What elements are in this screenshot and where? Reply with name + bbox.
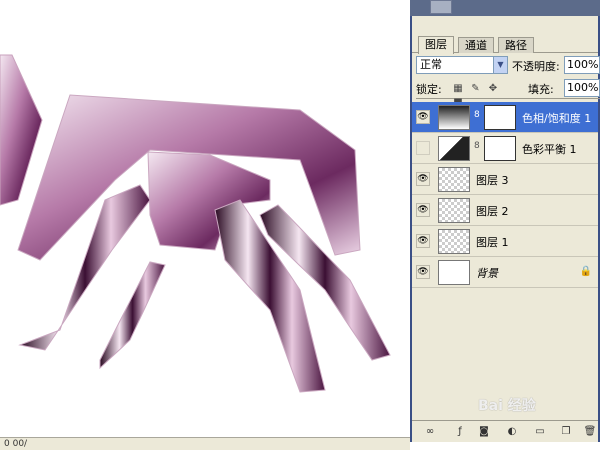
- layer-mask-thumbnail[interactable]: [484, 105, 516, 130]
- layer-thumbnail: [438, 260, 470, 285]
- eye-icon[interactable]: 👁: [416, 172, 430, 186]
- panel-tabs: 图层 通道 路径: [412, 35, 598, 54]
- opacity-field[interactable]: 100%: [564, 56, 600, 74]
- layer-name: 色相/饱和度 1: [522, 112, 592, 125]
- eye-icon[interactable]: 👁: [416, 203, 430, 217]
- status-bar: 0 00/: [0, 437, 410, 450]
- eye-icon[interactable]: 👁: [416, 110, 430, 124]
- layer-mask-thumbnail[interactable]: [484, 136, 516, 161]
- lock-paint-icon[interactable]: ✎: [470, 83, 482, 95]
- layer-name: 图层 3: [476, 174, 509, 187]
- lock-label: 锁定:: [416, 83, 442, 96]
- panel-footer: ∞ ƒ ◙ ◐ ▭ ❐ 🗑: [412, 420, 598, 442]
- watermark-logo: Bai 经验: [478, 398, 536, 414]
- add-mask-icon[interactable]: ◙: [476, 424, 492, 440]
- lock-transparency-icon[interactable]: ▦: [452, 83, 464, 95]
- layer-row-layer-2[interactable]: 👁 图层 2: [412, 195, 598, 226]
- layer-row-layer-3[interactable]: 👁 图层 3: [412, 164, 598, 195]
- layer-name: 色彩平衡 1: [522, 143, 577, 156]
- eye-icon[interactable]: 👁: [416, 265, 430, 279]
- blend-mode-value: 正常: [420, 58, 442, 71]
- lock-position-icon[interactable]: ✥: [487, 83, 499, 95]
- canvas-artwork: [0, 54, 391, 393]
- layer-name: 图层 2: [476, 205, 509, 218]
- new-group-icon[interactable]: ▭: [532, 424, 548, 440]
- layer-thumbnail: [438, 167, 470, 192]
- tab-paths[interactable]: 路径: [498, 37, 534, 53]
- blend-mode-select[interactable]: 正常 ▼: [416, 56, 508, 74]
- trash-icon[interactable]: 🗑: [582, 424, 598, 440]
- chevron-down-icon[interactable]: ▼: [493, 57, 507, 73]
- link-layers-icon[interactable]: ∞: [422, 424, 438, 440]
- fill-field[interactable]: 100%: [564, 79, 600, 97]
- adjustment-thumbnail: [438, 105, 470, 130]
- new-layer-icon[interactable]: ❐: [558, 424, 574, 440]
- panel-collapse-button[interactable]: [430, 0, 452, 14]
- tab-channels[interactable]: 通道: [458, 37, 494, 53]
- zoom-readout: 0 00/: [4, 439, 28, 449]
- layer-thumbnail: [438, 229, 470, 254]
- document-canvas[interactable]: [0, 0, 410, 450]
- opacity-label: 不透明度:: [512, 60, 560, 73]
- layers-panel: 图层 通道 路径 正常 ▼ 不透明度: 100% 锁定: ▦ ✎ ✥ ■ 填充:…: [410, 16, 600, 442]
- layers-list: 👁 8 色相/饱和度 1 8 色彩平衡 1 👁 图层 3 👁 图层 2 👁 图层…: [412, 102, 598, 288]
- tab-layers[interactable]: 图层: [418, 36, 454, 54]
- eye-icon[interactable]: 👁: [416, 234, 430, 248]
- layer-name: 图层 1: [476, 236, 509, 249]
- app-top-strip: [410, 0, 600, 16]
- link-icon: 8: [474, 110, 480, 120]
- layer-name: 背景: [476, 267, 498, 280]
- fx-icon[interactable]: ƒ: [452, 424, 468, 440]
- layer-row-background[interactable]: 👁 背景 🔒: [412, 257, 598, 288]
- fill-label: 填充:: [528, 83, 554, 96]
- layer-row-layer-1[interactable]: 👁 图层 1: [412, 226, 598, 257]
- layer-row-color-balance[interactable]: 8 色彩平衡 1: [412, 133, 598, 164]
- layer-row-hue-saturation[interactable]: 👁 8 色相/饱和度 1: [412, 102, 598, 133]
- link-icon: 8: [474, 141, 480, 151]
- lock-icon: 🔒: [579, 266, 592, 277]
- adjustment-thumbnail: [438, 136, 470, 161]
- layer-thumbnail: [438, 198, 470, 223]
- new-adjustment-icon[interactable]: ◐: [504, 424, 520, 440]
- eye-hidden-icon[interactable]: [416, 141, 430, 155]
